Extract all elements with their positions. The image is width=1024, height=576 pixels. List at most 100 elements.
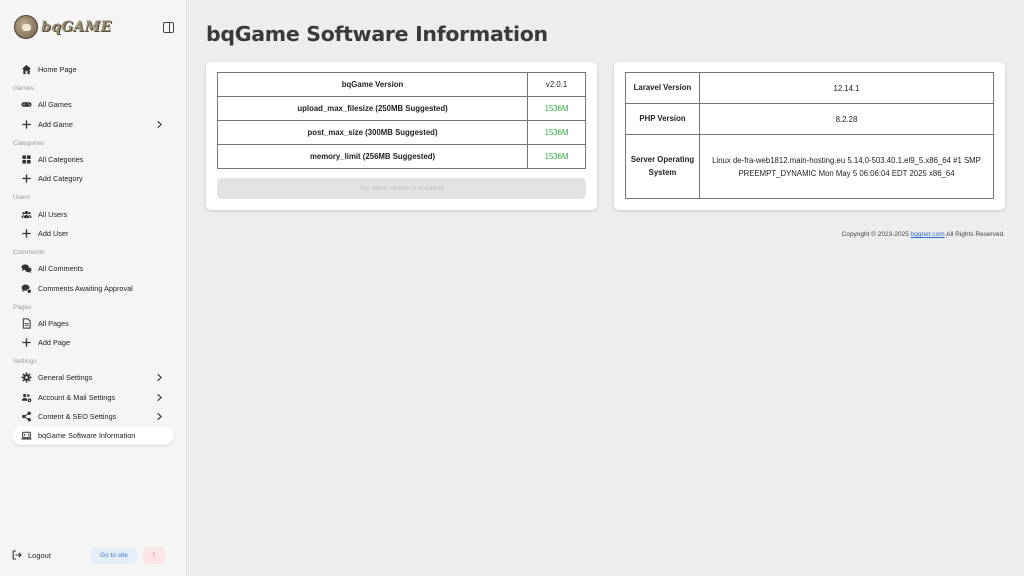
nav-section-categories: Categories [13, 139, 45, 147]
sidebar-item-all-games[interactable]: All Games [12, 95, 174, 114]
users-icon [20, 208, 32, 220]
table-value: v2.0.1 [527, 72, 586, 97]
table-key: memory_limit (256MB Suggested) [216, 144, 529, 169]
table-key: PHP Version [625, 103, 700, 135]
document-icon [20, 317, 32, 329]
comment-pending-icon [20, 282, 32, 294]
logo[interactable]: bqGAME [14, 15, 111, 39]
sidebar-item-all-pages[interactable]: All Pages [12, 314, 174, 333]
sidebar-item-label: All Comments [38, 264, 84, 274]
table-row: PHP Version 8.2.28 [625, 103, 994, 135]
table-row: bqGame Version v2.0.1 [216, 72, 586, 97]
logout-label: Logout [28, 550, 51, 560]
chevron-right-icon [157, 412, 162, 420]
sidebar-item-home[interactable]: Home Page [12, 60, 174, 79]
sidebar-item-software-information[interactable]: bqGame Software Information [12, 426, 174, 446]
sidebar-item-add-category[interactable]: Add Category [12, 169, 174, 188]
app: bqGAME Home Page Games All Games Add Gam… [0, 0, 1024, 576]
sidebar-item-general-settings[interactable]: General Settings [12, 368, 174, 387]
sidebar-item-label: Comments Awaiting Approval [38, 283, 133, 293]
sidebar-item-add-page[interactable]: Add Page [12, 333, 174, 352]
page-title: bqGame Software Information [206, 22, 548, 46]
version-table: bqGame Version v2.0.1 upload_max_filesiz… [216, 72, 586, 169]
chevron-right-icon [157, 393, 162, 401]
chevron-right-icon [157, 374, 162, 382]
sidebar-item-label: Content & SEO Settings [38, 412, 117, 421]
table-value: 12.14.1 [699, 72, 994, 104]
table-row: Laravel Version 12.14.1 [625, 72, 994, 104]
chevron-right-icon [157, 120, 162, 128]
table-row: Server Operating System Linux de-fra-web… [625, 134, 994, 199]
sidebar-item-label: General Settings [38, 373, 93, 383]
table-key: Server Operating System [625, 134, 700, 199]
home-icon [20, 64, 32, 76]
table-key: upload_max_filesize (250MB Suggested) [216, 96, 529, 121]
copyright-prefix: Copyright © 2023-2025 [841, 231, 909, 238]
sidebar-item-all-users[interactable]: All Users [12, 204, 174, 223]
latest-version-button[interactable]: The latest version is installed! [217, 178, 586, 199]
sidebar-item-all-categories[interactable]: All Categories [12, 150, 174, 169]
comments-icon [20, 263, 32, 275]
plus-icon [20, 118, 32, 130]
table-row: post_max_size (300MB Suggested) 1536M [216, 120, 586, 145]
sidebar-item-label: All Pages [38, 318, 69, 328]
table-value: 1536M [527, 144, 586, 169]
sidebar: bqGAME Home Page Games All Games Add Gam… [0, 0, 187, 576]
sidebar-item-label: All Users [38, 209, 68, 219]
nav-section-users: Users [13, 194, 30, 202]
table-row: upload_max_filesize (250MB Suggested) 15… [216, 96, 586, 121]
logo-text: bqGAME [41, 19, 112, 35]
sidebar-item-label: All Categories [38, 155, 84, 165]
sidebar-item-label: Add Category [38, 174, 83, 184]
nav-section-comments: Comments [13, 249, 45, 257]
table-value: 8.2.28 [699, 103, 994, 135]
sidebar-item-label: bqGame Software Information [38, 431, 136, 441]
plus-icon [20, 337, 32, 349]
logo-mascot-icon [14, 15, 38, 39]
sidebar-item-label: Account & Mail Settings [38, 392, 116, 402]
table-row: memory_limit (256MB Suggested) 1536M [216, 144, 586, 169]
table-value: 1536M [527, 96, 586, 121]
copyright-suffix: All Rights Reserved. [946, 231, 1005, 238]
go-to-site-button[interactable]: Go to site [90, 546, 137, 564]
share-icon [20, 411, 32, 423]
sidebar-header: bqGAME [0, 0, 186, 54]
gamepad-icon [20, 99, 32, 111]
sidebar-item-label: Add Page [38, 338, 71, 348]
sidebar-item-account-mail-settings[interactable]: Account & Mail Settings [12, 388, 174, 407]
copyright-link[interactable]: bqgnet.com [911, 231, 945, 238]
sidebar-item-label: Add Game [38, 119, 73, 129]
sidebar-toggle-icon[interactable] [163, 21, 174, 33]
nav-section-games: Games [13, 85, 34, 93]
logout-icon [12, 550, 22, 560]
table-value: Linux de-fra-web1812.main-hosting.eu 5.1… [699, 134, 994, 199]
logout-button[interactable]: Logout [12, 550, 51, 560]
sidebar-item-label: Home Page [38, 65, 77, 75]
sidebar-footer: Logout Go to site ! [0, 534, 186, 576]
sidebar-item-label: Add User [38, 228, 69, 238]
table-key: Laravel Version [625, 72, 700, 104]
sidebar-item-content-seo-settings[interactable]: Content & SEO Settings [12, 407, 174, 426]
laptop-code-icon [20, 430, 32, 442]
copyright: Copyright © 2023-2025 bqgnet.com All Rig… [842, 231, 1005, 238]
sidebar-item-all-comments[interactable]: All Comments [12, 259, 174, 278]
nav-section-pages: Pages [13, 303, 32, 311]
sidebar-item-comments-awaiting[interactable]: Comments Awaiting Approval [12, 278, 174, 297]
table-key: post_max_size (300MB Suggested) [216, 120, 529, 145]
version-card: bqGame Version v2.0.1 upload_max_filesiz… [206, 62, 597, 210]
sidebar-item-add-game[interactable]: Add Game [12, 115, 174, 134]
sidebar-nav: Home Page Games All Games Add Game Categ… [0, 60, 186, 446]
sidebar-item-label: All Games [38, 100, 72, 110]
sidebar-item-add-user[interactable]: Add User [12, 224, 174, 243]
plus-icon [20, 173, 32, 185]
main-content: bqGame Software Information bqGame Versi… [187, 0, 1024, 576]
environment-table: Laravel Version 12.14.1 PHP Version 8.2.… [625, 72, 994, 199]
users-gear-icon [20, 391, 32, 403]
alert-button[interactable]: ! [142, 546, 165, 564]
table-value: 1536M [527, 120, 586, 145]
nav-section-settings: Settings [13, 358, 37, 366]
gear-icon [20, 372, 32, 384]
plus-icon [20, 227, 32, 239]
environment-card: Laravel Version 12.14.1 PHP Version 8.2.… [614, 62, 1005, 210]
grid-icon [20, 154, 32, 166]
